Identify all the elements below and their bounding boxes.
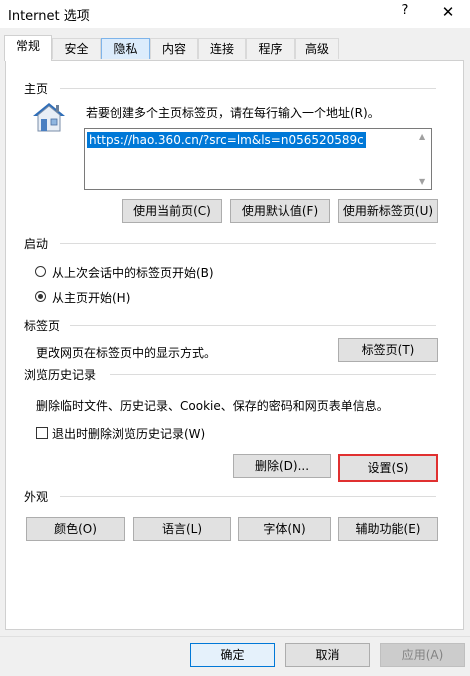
scroll-down-icon[interactable]: ▼ <box>419 177 425 186</box>
startup-home-radio[interactable] <box>35 291 46 302</box>
fonts-button[interactable]: 字体(N) <box>238 517 331 541</box>
cancel-button[interactable]: 取消 <box>285 643 370 667</box>
section-divider <box>70 325 436 326</box>
tabs-description: 更改网页在标签页中的显示方式。 <box>36 346 217 360</box>
homepage-url-textarea[interactable]: https://hao.360.cn/?src=lm&ls=n056520589… <box>84 128 432 190</box>
use-new-tab-button[interactable]: 使用新标签页(U) <box>338 199 438 223</box>
window-title: Internet 选项 <box>8 9 90 24</box>
close-icon[interactable]: ✕ <box>440 3 456 21</box>
delete-history-button[interactable]: 删除(D)... <box>233 454 331 478</box>
home-instruction: 若要创建多个主页标签页，请在每行输入一个地址(R)。 <box>86 106 380 120</box>
tabs-legend: 标签页 <box>24 317 67 334</box>
section-divider <box>110 374 436 375</box>
history-settings-button[interactable]: 设置(S) <box>338 454 438 482</box>
tab-content[interactable]: 内容 <box>150 38 198 59</box>
tab-security[interactable]: 安全 <box>52 38 101 59</box>
section-divider <box>60 496 436 497</box>
apply-button[interactable]: 应用(A) <box>380 643 465 667</box>
startup-last-session-label[interactable]: 从上次会话中的标签页开始(B) <box>52 264 214 281</box>
startup-legend: 启动 <box>24 235 55 252</box>
languages-button[interactable]: 语言(L) <box>133 517 231 541</box>
section-divider <box>60 88 436 89</box>
startup-last-session-radio[interactable] <box>35 266 46 277</box>
history-description: 删除临时文件、历史记录、Cookie、保存的密码和网页表单信息。 <box>36 399 389 413</box>
use-current-button[interactable]: 使用当前页(C) <box>122 199 222 223</box>
use-default-button[interactable]: 使用默认值(F) <box>230 199 330 223</box>
footer-divider <box>0 636 470 637</box>
startup-home-label[interactable]: 从主页开始(H) <box>52 289 130 306</box>
help-icon[interactable]: ? <box>398 3 412 18</box>
tab-programs[interactable]: 程序 <box>246 38 295 59</box>
tabs-settings-button[interactable]: 标签页(T) <box>338 338 438 362</box>
tab-advanced[interactable]: 高级 <box>295 38 339 59</box>
ok-button[interactable]: 确定 <box>190 643 275 667</box>
colors-button[interactable]: 颜色(O) <box>26 517 125 541</box>
tab-general[interactable]: 常规 <box>4 35 52 61</box>
history-legend: 浏览历史记录 <box>24 366 103 383</box>
accessibility-button[interactable]: 辅助功能(E) <box>338 517 438 541</box>
section-divider <box>60 243 436 244</box>
homepage-url-text: https://hao.360.cn/?src=lm&ls=n056520589… <box>87 132 366 148</box>
scroll-up-icon[interactable]: ▲ <box>419 132 425 141</box>
tab-strip: 常规 安全 隐私 内容 连接 程序 高级 <box>0 28 470 62</box>
tab-privacy[interactable]: 隐私 <box>101 38 150 59</box>
appearance-legend: 外观 <box>24 488 55 505</box>
tab-connections[interactable]: 连接 <box>198 38 246 59</box>
radio-selected-dot <box>38 294 43 299</box>
textarea-scrollbar[interactable]: ▲ ▼ <box>417 129 431 189</box>
house-icon <box>30 100 68 134</box>
home-legend: 主页 <box>24 80 55 97</box>
delete-on-exit-label[interactable]: 退出时删除浏览历史记录(W) <box>52 425 205 442</box>
delete-on-exit-checkbox[interactable] <box>36 427 48 439</box>
